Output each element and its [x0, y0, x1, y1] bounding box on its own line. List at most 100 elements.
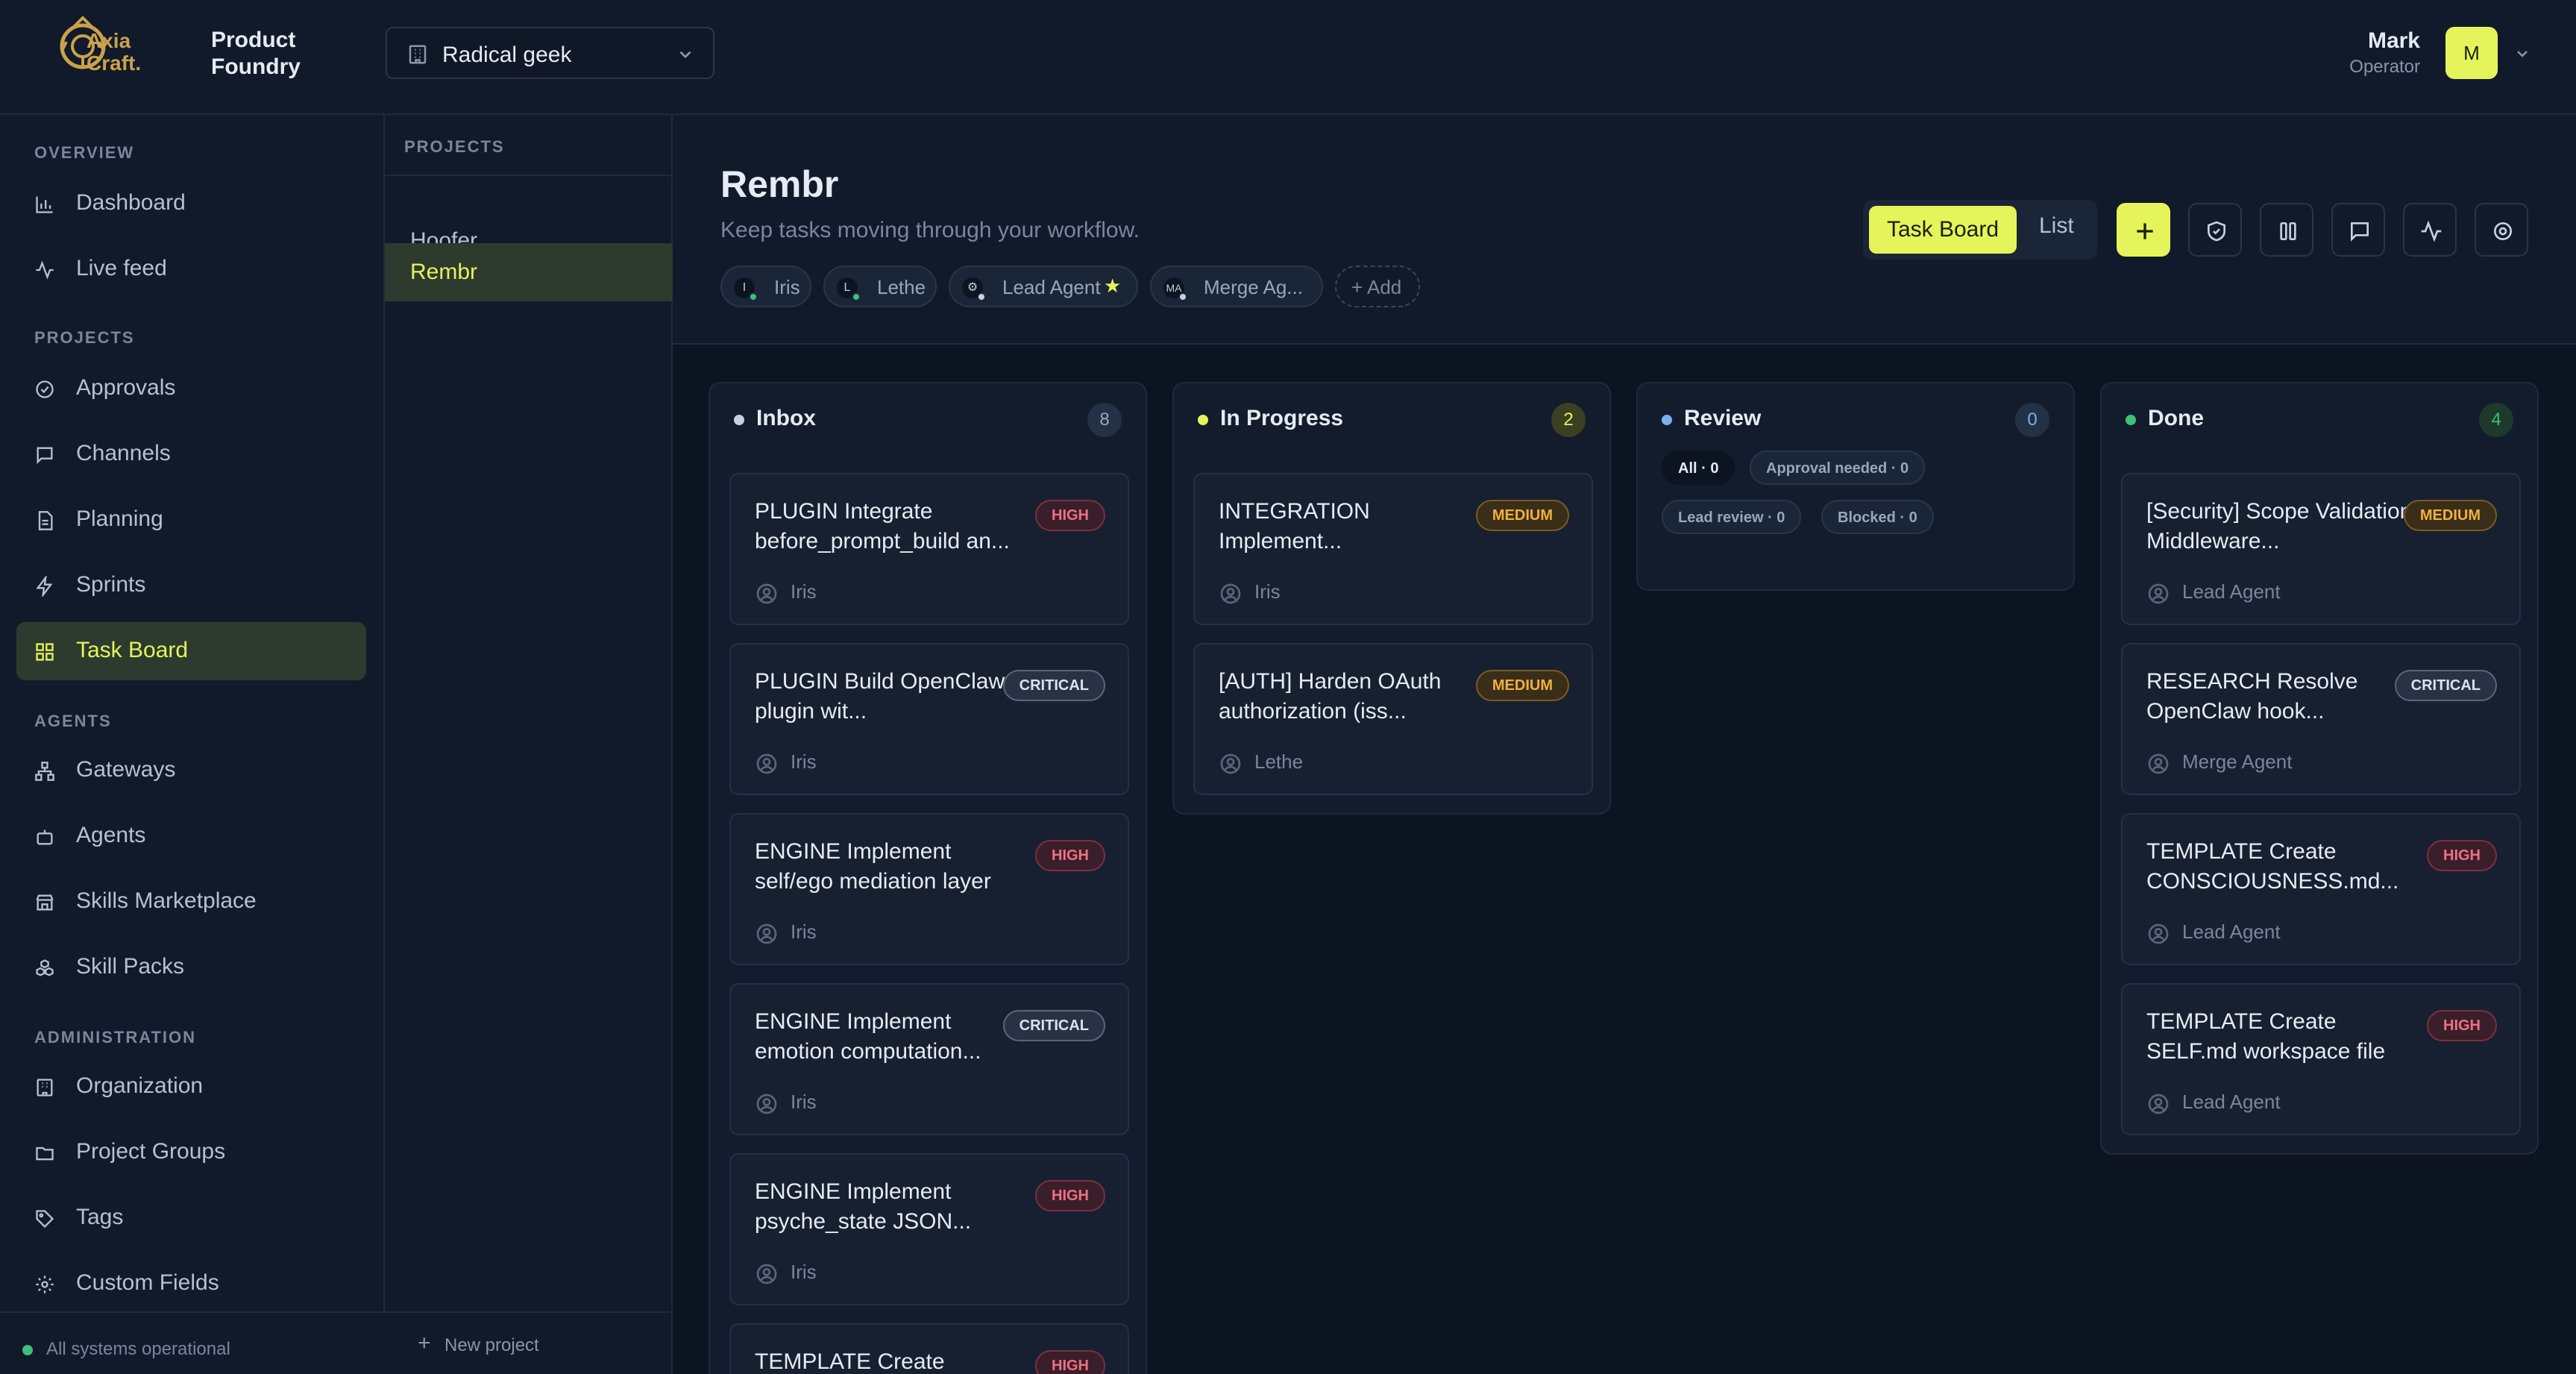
lightning-icon: [36, 576, 53, 597]
network-icon: [35, 762, 54, 781]
grid-icon: [36, 643, 54, 661]
task-card[interactable]: INTEGRATION Implement... MEDIUM Iris: [1193, 473, 1593, 625]
task-card[interactable]: PLUGIN Integrate before_prompt_build an.…: [729, 473, 1129, 625]
project-item-rembr[interactable]: Rembr: [385, 243, 673, 301]
priority-badge: HIGH: [1035, 1350, 1105, 1374]
task-card[interactable]: PLUGIN Build OpenClaw plugin wit... CRIT…: [729, 643, 1129, 795]
agent-chip-lethe[interactable]: L Lethe: [823, 266, 937, 307]
task-card[interactable]: TEMPLATE Create HIGH: [729, 1323, 1129, 1374]
task-card[interactable]: TEMPLATE Create SELF.md workspace file H…: [2121, 983, 2521, 1135]
agent-chip-merge-agent[interactable]: MA Merge Ag...: [1150, 266, 1323, 307]
task-title: RESEARCH Resolve OpenClaw hook...: [2146, 669, 2358, 724]
sidebar-item-gateways[interactable]: Gateways: [16, 741, 366, 800]
task-card[interactable]: [Security] Scope Validation Middleware..…: [2121, 473, 2521, 625]
sidebar-item-planning[interactable]: Planning: [16, 491, 366, 549]
sidebar-item-organization[interactable]: Organization: [16, 1058, 366, 1116]
assignee-name: Merge Agent: [2182, 750, 2293, 773]
tag-icon: [36, 1210, 54, 1229]
assignee-name: Lethe: [1254, 750, 1304, 773]
task-card[interactable]: [AUTH] Harden OAuth authorization (iss..…: [1193, 643, 1593, 795]
section-administration: ADMINISTRATION: [34, 1028, 197, 1047]
approvals-button[interactable]: [2188, 203, 2242, 257]
priority-badge: MEDIUM: [2403, 500, 2497, 531]
filter-blocked[interactable]: Blocked · 0: [1821, 500, 1934, 534]
sidebar-item-custom-fields[interactable]: Custom Fields: [16, 1255, 366, 1313]
tab-list[interactable]: List: [2039, 213, 2074, 239]
filter-all[interactable]: All · 0: [1662, 451, 1735, 485]
tab-task-board[interactable]: Task Board: [1869, 206, 2017, 254]
sidebar-item-project-groups[interactable]: Project Groups: [16, 1123, 366, 1182]
activity-button[interactable]: [2403, 203, 2457, 257]
sidebar-item-label: Dashboard: [76, 190, 186, 215]
sidebar-item-label: Approvals: [76, 375, 176, 400]
column-count: 8: [1087, 403, 1122, 437]
projects-header: PROJECTS: [385, 115, 673, 176]
task-card[interactable]: ENGINE Implement psyche_state JSON... HI…: [729, 1153, 1129, 1305]
folder-icon: [36, 1146, 54, 1161]
column-status-dot: [1198, 415, 1208, 425]
user-icon: [756, 753, 777, 774]
activity-icon: [36, 260, 54, 280]
sidebar-item-label: Skill Packs: [76, 954, 185, 979]
task-card[interactable]: ENGINE Implement emotion computation... …: [729, 983, 1129, 1135]
assignee-name: Lead Agent: [2182, 920, 2281, 943]
filter-lead-review[interactable]: Lead review · 0: [1662, 500, 1802, 534]
user-icon: [756, 1264, 777, 1284]
sidebar-item-task-board[interactable]: Task Board: [16, 622, 366, 680]
priority-badge: HIGH: [2427, 840, 2497, 871]
sidebar-item-agents[interactable]: Agents: [16, 807, 366, 865]
user-name[interactable]: Mark: [2368, 28, 2420, 54]
add-task-button[interactable]: [2117, 203, 2170, 257]
column-count: 0: [2015, 403, 2049, 437]
agent-name: Lethe: [877, 276, 926, 298]
sidebar-item-live-feed[interactable]: Live feed: [16, 240, 366, 298]
avatar[interactable]: M: [2445, 27, 2498, 79]
column-title: Review: [1684, 406, 1762, 430]
task-card[interactable]: TEMPLATE Create CONSCIOUSNESS.md... HIGH…: [2121, 813, 2521, 965]
task-card[interactable]: RESEARCH Resolve OpenClaw hook... CRITIC…: [2121, 643, 2521, 795]
priority-badge: CRITICAL: [1002, 1010, 1105, 1041]
user-icon: [2148, 923, 2169, 944]
agent-chip-iris[interactable]: I Iris: [720, 266, 811, 307]
gear-icon: [36, 1276, 54, 1293]
section-projects: PROJECTS: [34, 328, 135, 347]
sidebar-item-dashboard[interactable]: Dashboard: [16, 175, 366, 233]
boxes-icon: [36, 959, 54, 976]
priority-badge: HIGH: [1035, 500, 1105, 531]
columns-button[interactable]: [2260, 203, 2313, 257]
chevron-down-icon[interactable]: [2513, 45, 2531, 63]
agent-name: Iris: [774, 276, 800, 298]
plus-icon: +: [418, 1331, 431, 1355]
sidebar-item-label: Custom Fields: [76, 1270, 219, 1295]
agent-chip-lead-agent[interactable]: ⚙ Lead Agent ★: [949, 266, 1138, 307]
sidebar-item-label: Task Board: [76, 638, 189, 662]
user-icon: [1220, 753, 1241, 774]
priority-badge: CRITICAL: [2394, 670, 2497, 701]
sidebar-item-tags[interactable]: Tags: [16, 1189, 366, 1247]
column-count: 2: [1551, 403, 1586, 437]
new-project-button[interactable]: + New project: [385, 1311, 673, 1374]
column-title: In Progress: [1220, 406, 1344, 430]
status-indicator: [977, 292, 986, 301]
org-selector[interactable]: Radical geek: [386, 27, 714, 79]
column-title: Done: [2148, 406, 2204, 430]
sidebar-item-skill-packs[interactable]: Skill Packs: [16, 938, 366, 997]
task-card[interactable]: ENGINE Implement self/ego mediation laye…: [729, 813, 1129, 965]
chat-button[interactable]: [2331, 203, 2385, 257]
add-agent-button[interactable]: + Add: [1335, 266, 1420, 307]
sidebar-item-skills-marketplace[interactable]: Skills Marketplace: [16, 873, 366, 931]
new-project-label: New project: [444, 1335, 539, 1355]
projects-heading: PROJECTS: [404, 137, 505, 156]
column-count: 4: [2479, 403, 2513, 437]
sidebar-item-label: Sprints: [76, 572, 146, 597]
sidebar-item-approvals[interactable]: Approvals: [16, 360, 366, 418]
sidebar-item-label: Agents: [76, 823, 146, 847]
bot-icon: [37, 829, 53, 845]
sidebar-item-sprints[interactable]: Sprints: [16, 556, 366, 615]
filter-approval-needed[interactable]: Approval needed · 0: [1750, 451, 1926, 485]
sidebar-item-channels[interactable]: Channels: [16, 425, 366, 483]
settings-button[interactable]: [2475, 203, 2528, 257]
assignee-name: Iris: [791, 1091, 817, 1113]
section-overview: OVERVIEW: [34, 143, 135, 162]
message-square-icon: [37, 447, 53, 465]
